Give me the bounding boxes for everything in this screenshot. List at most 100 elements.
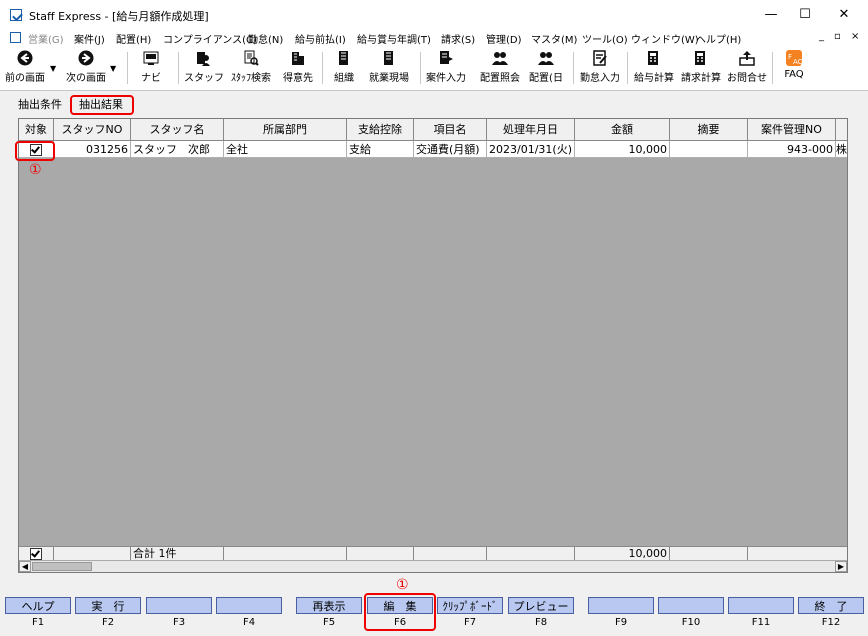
staff-search-button[interactable]: ｽﾀｯﾌ検索	[228, 48, 274, 88]
placement-inquiry-label: 配置照会	[480, 73, 520, 84]
close-button[interactable]: ✕	[829, 4, 859, 26]
payroll-calc-label: 給与計算	[634, 73, 674, 84]
menu-admin[interactable]: 管理(D)	[486, 31, 522, 46]
menu-help[interactable]: ヘルプ(H)	[696, 31, 741, 46]
total-department	[224, 546, 347, 560]
f12-exit-button[interactable]: 終 了	[798, 597, 864, 614]
col-header-amount[interactable]: 金額	[575, 119, 670, 141]
col-header-department[interactable]: 所属部門	[224, 119, 347, 141]
f6-edit-button[interactable]: 編 集	[367, 597, 433, 614]
col-header-staff-no[interactable]: スタッフNO	[54, 119, 131, 141]
faq-button[interactable]: F AQ FAQ	[778, 48, 810, 88]
workplace-button[interactable]: 就業現場	[366, 48, 412, 88]
case-input-icon	[440, 51, 453, 64]
row-target-checkbox[interactable]	[19, 141, 54, 158]
annotation-marker-1: ①	[29, 162, 42, 178]
f11-button[interactable]	[728, 597, 794, 614]
f10-key-label: F10	[681, 617, 701, 628]
col-header-process-date[interactable]: 処理年月日	[487, 119, 575, 141]
f7-clipboard-button[interactable]: ｸﾘｯﾌﾟﾎﾞｰﾄﾞ	[437, 597, 503, 614]
tab-extraction-conditions[interactable]: 抽出条件	[18, 96, 62, 114]
menu-billing[interactable]: 請求(S)	[441, 31, 475, 46]
mdi-minimize-button[interactable]: _	[819, 31, 824, 42]
f9-button[interactable]	[588, 597, 654, 614]
col-header-pay-deduct[interactable]: 支給控除	[347, 119, 414, 141]
case-input-label: 案件入力	[426, 73, 466, 84]
attendance-icon	[593, 50, 607, 66]
menu-cases[interactable]: 案件(J)	[74, 31, 105, 46]
mdi-app-icon	[10, 32, 21, 43]
attendance-label: 勤怠入力	[580, 73, 620, 84]
menu-tools[interactable]: ツール(O)	[582, 31, 628, 46]
f4-button[interactable]	[216, 597, 282, 614]
navi-icon	[143, 51, 159, 65]
scroll-right-icon[interactable]: ▶	[835, 561, 847, 572]
org-label: 組織	[334, 73, 354, 84]
cell-item-name: 交通費(月額)	[414, 141, 487, 158]
menu-placement[interactable]: 配置(H)	[116, 31, 151, 46]
contact-button[interactable]: お問合せ	[726, 48, 768, 88]
client-button[interactable]: 得意先	[280, 48, 316, 88]
f2-execute-button[interactable]: 実 行	[75, 597, 141, 614]
payroll-calc-button[interactable]: 給与計算	[632, 48, 676, 88]
menu-attendance[interactable]: 勤怠(N)	[248, 31, 283, 46]
placement-inquiry-button[interactable]: 配置照会	[478, 48, 522, 88]
menu-advance-pay[interactable]: 給与前払(I)	[295, 31, 346, 46]
placement-day-button[interactable]: 配置(日	[526, 48, 566, 88]
f3-button[interactable]	[146, 597, 212, 614]
back-dropdown-icon[interactable]: ▼	[50, 64, 56, 73]
mdi-restore-button[interactable]: ▫	[834, 31, 841, 42]
f12-key-label: F12	[821, 617, 841, 628]
col-header-case-no[interactable]: 案件管理NO	[748, 119, 836, 141]
f8-preview-button[interactable]: プレビュー	[508, 597, 574, 614]
maximize-button[interactable]: ☐	[790, 4, 820, 26]
f3-key-label: F3	[172, 617, 186, 628]
menu-compliance[interactable]: コンプライアンス(C)	[163, 31, 257, 46]
mdi-close-button[interactable]: ×	[851, 31, 859, 42]
f7-key-label: F7	[463, 617, 477, 628]
f5-refresh-button[interactable]: 再表示	[296, 597, 362, 614]
workplace-label: 就業現場	[369, 73, 409, 84]
cell-department: 全社	[224, 141, 347, 158]
col-header-target[interactable]: 対象	[19, 119, 54, 141]
arrow-right-icon	[78, 50, 94, 66]
back-button[interactable]: 前の画面	[3, 48, 47, 88]
forward-dropdown-icon[interactable]: ▼	[110, 64, 116, 73]
menu-sales: 営業(G)	[28, 35, 64, 46]
menu-payroll[interactable]: 給与賞与年調(T)	[357, 31, 431, 46]
annotation-marker-2: ①	[396, 577, 409, 593]
menu-master[interactable]: マスタ(M)	[531, 31, 577, 46]
arrow-left-icon	[17, 50, 33, 66]
cell-memo-input[interactable]	[670, 141, 748, 158]
toolbar-separator	[178, 52, 179, 84]
staff-button[interactable]: スタッフ	[184, 48, 224, 88]
billing-calc-button[interactable]: 請求計算	[679, 48, 723, 88]
cell-case-no: 943-000	[748, 141, 836, 158]
staff-search-label: ｽﾀｯﾌ検索	[231, 73, 271, 84]
navi-button[interactable]: ナビ	[134, 48, 168, 88]
col-header-item-name[interactable]: 項目名	[414, 119, 487, 141]
cell-extra: 株式	[836, 141, 847, 158]
scroll-thumb[interactable]	[32, 562, 92, 571]
org-button[interactable]: 組織	[330, 48, 358, 88]
horizontal-scrollbar[interactable]: ◀ ▶	[19, 560, 847, 572]
tab-extraction-results[interactable]: 抽出結果	[79, 96, 123, 114]
toolbar-separator	[420, 52, 421, 84]
col-header-staff-name[interactable]: スタッフ名	[131, 119, 224, 141]
checkbox-checked-icon	[30, 144, 42, 156]
minimize-button[interactable]: —	[756, 4, 786, 26]
col-header-memo[interactable]: 摘要	[670, 119, 748, 141]
staff-search-icon	[244, 50, 259, 66]
forward-button[interactable]: 次の画面	[63, 48, 109, 88]
total-checkbox[interactable]	[19, 546, 54, 560]
f1-key-label: F1	[31, 617, 45, 628]
f1-help-button[interactable]: ヘルプ	[5, 597, 71, 614]
f10-button[interactable]	[658, 597, 724, 614]
case-input-button[interactable]: 案件入力	[424, 48, 468, 88]
menu-window[interactable]: ウィンドウ(W)	[631, 31, 699, 46]
cell-staff-no: 031256	[54, 141, 131, 158]
scroll-left-icon[interactable]: ◀	[19, 561, 31, 572]
people-icon	[538, 52, 554, 65]
f6-key-label: F6	[393, 617, 407, 628]
attendance-button[interactable]: 勤怠入力	[577, 48, 623, 88]
